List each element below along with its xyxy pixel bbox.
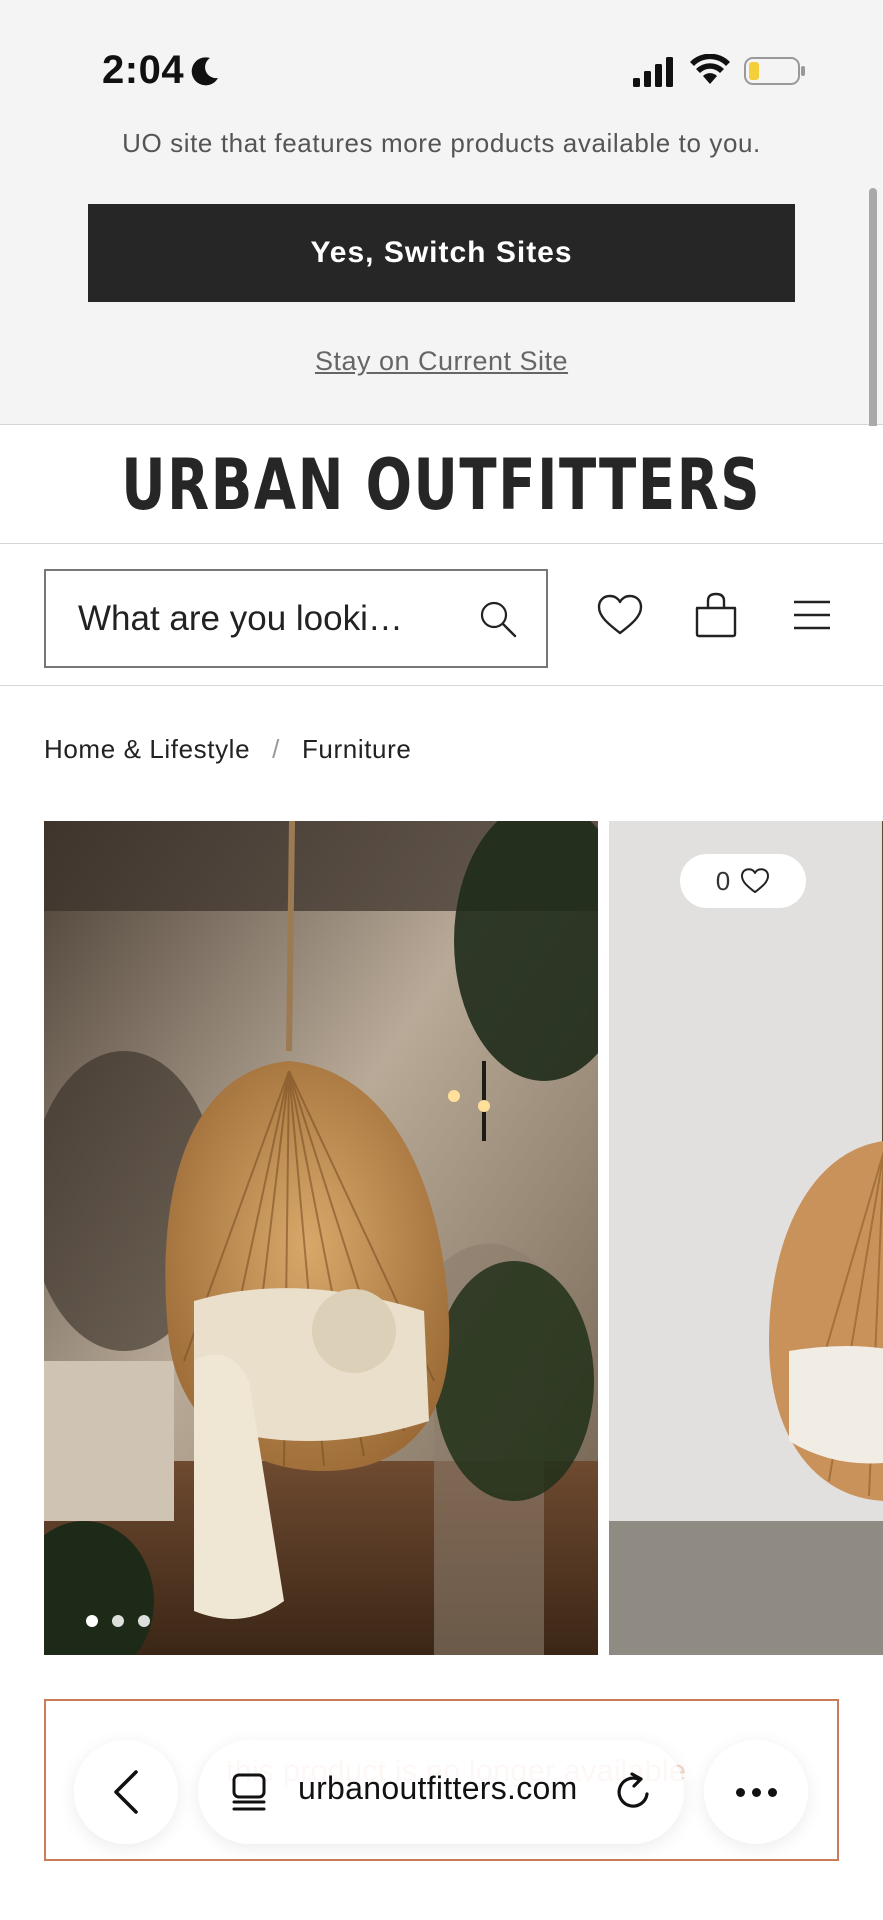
more-dot bbox=[767, 1787, 777, 1797]
address-bar-url[interactable]: urbanoutfitters.com bbox=[298, 1770, 578, 1807]
favorite-count: 0 bbox=[715, 865, 731, 896]
breadcrumb-item-furniture[interactable]: Furniture bbox=[302, 734, 411, 765]
cart-button[interactable] bbox=[692, 591, 740, 639]
moon-icon bbox=[191, 57, 218, 86]
logo-header: URBAN OUTFITTERS bbox=[0, 426, 883, 544]
address-bar[interactable]: urbanoutfitters.com bbox=[198, 1740, 684, 1844]
stay-on-current-site-link[interactable]: Stay on Current Site bbox=[315, 346, 568, 376]
search-box[interactable] bbox=[44, 569, 548, 668]
browser-more-button[interactable] bbox=[704, 1740, 808, 1844]
search-icon[interactable] bbox=[478, 599, 518, 639]
breadcrumb-separator: / bbox=[272, 734, 280, 764]
status-time: 2:04 bbox=[102, 48, 185, 92]
brand-logo[interactable]: URBAN OUTFITTERS bbox=[122, 444, 762, 526]
search-input[interactable] bbox=[78, 571, 468, 666]
status-bar: 2:04 bbox=[0, 0, 883, 130]
heart-icon bbox=[597, 594, 643, 635]
more-dot bbox=[751, 1787, 761, 1797]
bag-icon bbox=[695, 592, 737, 638]
reload-icon[interactable] bbox=[614, 1772, 654, 1812]
wishlist-button[interactable] bbox=[596, 591, 644, 639]
menu-icon bbox=[794, 600, 830, 630]
stay-link-wrapper: Stay on Current Site bbox=[0, 346, 883, 377]
hanging-chair-studio-image bbox=[609, 821, 883, 1655]
browser-back-button[interactable] bbox=[74, 1740, 178, 1844]
product-image-gallery[interactable] bbox=[44, 821, 883, 1655]
battery-icon bbox=[744, 57, 805, 85]
switch-sites-button[interactable]: Yes, Switch Sites bbox=[88, 204, 795, 302]
carousel-dot-1[interactable] bbox=[86, 1615, 98, 1627]
chevron-left-icon bbox=[114, 1770, 138, 1814]
search-toolbar bbox=[0, 545, 883, 686]
browser-bottom-bar: urbanoutfitters.com bbox=[0, 1730, 883, 1850]
favorite-count-button[interactable]: 0 bbox=[680, 854, 806, 908]
wifi-icon bbox=[690, 54, 730, 84]
hanging-chair-lifestyle-image bbox=[44, 821, 598, 1655]
breadcrumb-item-home-lifestyle[interactable]: Home & Lifestyle bbox=[44, 734, 250, 765]
breadcrumb: Home & Lifestyle / Furniture bbox=[44, 734, 411, 765]
page-scrollbar[interactable] bbox=[869, 188, 877, 466]
product-photo-main[interactable] bbox=[44, 821, 598, 1655]
signal-icon bbox=[633, 57, 673, 87]
carousel-dots bbox=[86, 1615, 150, 1627]
product-photo-second[interactable] bbox=[609, 821, 883, 1655]
heart-icon bbox=[741, 868, 770, 894]
tab-overview-icon[interactable] bbox=[230, 1772, 270, 1812]
carousel-dot-3[interactable] bbox=[138, 1615, 150, 1627]
site-switch-banner: 2:04 UO site that features more products… bbox=[0, 0, 883, 425]
menu-button[interactable] bbox=[788, 591, 836, 639]
banner-message: UO site that features more products avai… bbox=[122, 128, 761, 158]
carousel-dot-2[interactable] bbox=[112, 1615, 124, 1627]
more-dot bbox=[735, 1787, 745, 1797]
